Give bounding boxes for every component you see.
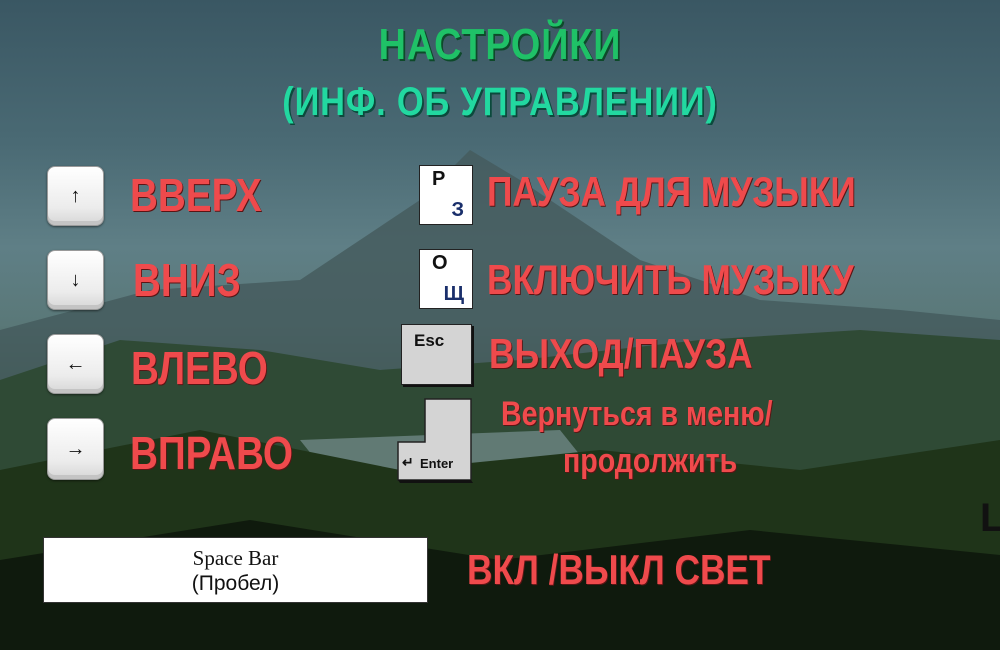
exit-pause-label: ВЫХОД/ПАУЗА	[489, 330, 753, 377]
action-right-label: ВПРАВО	[130, 427, 293, 479]
space-bar-ru-label: (Пробел)	[191, 572, 280, 595]
arrow-up-icon: ↑	[70, 184, 81, 207]
esc-key: Esc	[401, 324, 472, 385]
partial-edge-text: Le	[980, 496, 1000, 536]
p-key: P З	[419, 165, 473, 225]
light-toggle-label: ВКЛ /ВЫКЛ СВЕТ	[467, 546, 771, 593]
o-key: O Щ	[419, 249, 473, 309]
return-menu-label: Вернуться в меню/	[501, 395, 773, 433]
arrow-down-icon: ↓	[70, 268, 81, 291]
p-key-latin: P	[432, 168, 446, 190]
esc-key-label: Esc	[414, 331, 445, 350]
space-bar-label: Space Bar	[192, 546, 279, 570]
o-key-latin: O	[432, 252, 448, 274]
settings-title: НАСТРОЙКИ	[378, 20, 622, 69]
action-left-label: ВЛЕВО	[131, 342, 268, 394]
music-pause-label: ПАУЗА ДЛЯ МУЗЫКИ	[487, 168, 856, 215]
p-key-cyrillic: З	[451, 199, 464, 221]
arrow-left-key: ←	[47, 334, 104, 394]
enter-key: ↵ Enter	[397, 398, 473, 483]
o-key-cyrillic: Щ	[443, 283, 464, 305]
controls-info-subtitle: (ИНФ. ОБ УПРАВЛЕНИИ)	[282, 80, 718, 124]
music-on-label: ВКЛЮЧИТЬ МУЗЫКУ	[487, 256, 854, 303]
arrow-right-icon: →	[65, 437, 86, 460]
arrow-left-icon: ←	[65, 352, 86, 375]
enter-key-label: Enter	[420, 456, 453, 471]
continue-label: продолжить	[563, 442, 738, 480]
action-up-label: ВВЕРХ	[130, 169, 262, 221]
space-bar-key: Space Bar (Пробел)	[43, 537, 428, 603]
arrow-down-key: ↓	[47, 250, 104, 310]
arrow-right-key: →	[47, 418, 104, 480]
arrow-up-key: ↑	[47, 166, 104, 226]
enter-arrow-icon: ↵	[402, 454, 414, 470]
action-down-label: ВНИЗ	[133, 254, 241, 306]
